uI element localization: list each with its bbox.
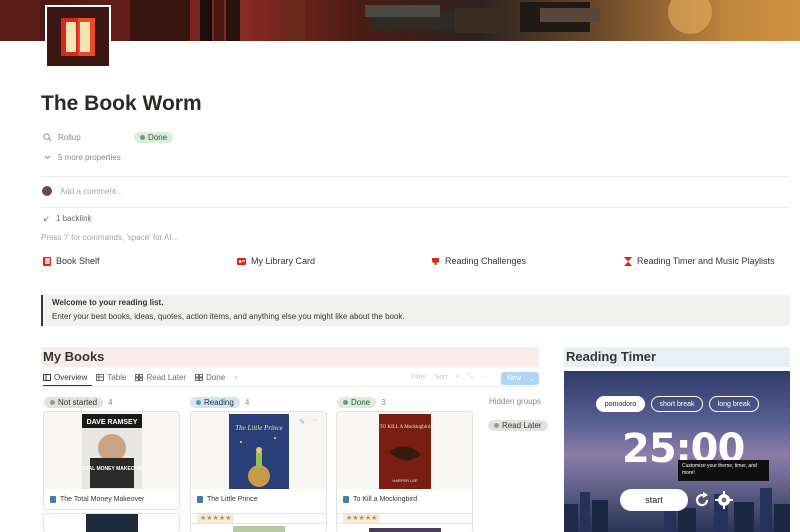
group-header-done[interactable]: Done 3 [337,397,386,408]
expand-icon[interactable]: ⤡ [467,373,473,381]
open-book-icon [61,17,95,56]
search-icon [43,133,52,142]
database-toolbar: Filter Sort ⌕ ⤡ ··· [411,373,488,381]
book-icon [50,496,56,503]
mode-long-break-button[interactable]: long break [709,396,759,412]
more-properties-label: 5 more properties [58,153,121,162]
group-header-not-started[interactable]: Not started 4 [44,397,113,408]
divider [41,176,790,177]
command-input[interactable]: Press '/' for commands, 'space' for AI..… [41,233,178,242]
nav-link-library-card[interactable]: My Library Card [237,256,315,266]
rollup-label: Rollup [58,133,81,142]
cover-title-text: The Little Prince [235,424,282,432]
cover-author-text: DAVE RAMSEY [87,419,138,426]
hourglass-icon [624,256,632,266]
book-cover: The Little Prince [191,412,326,489]
group-count: 4 [244,398,250,407]
book-title: To Kill a Mockingbird [343,496,417,503]
book-card[interactable] [336,513,473,532]
group-count: 4 [108,398,113,407]
page-title[interactable]: The Book Worm [41,92,202,116]
book-cover [369,528,441,532]
search-icon[interactable]: ⌕ [455,373,459,381]
chevron-down-icon [44,155,51,160]
chevron-down-icon[interactable]: ⌄ [529,375,535,383]
nav-link-book-shelf[interactable]: Book Shelf [43,256,100,266]
book-cover [233,526,285,532]
tab-done[interactable]: Done [195,373,225,382]
nav-link-reading-challenges[interactable]: Reading Challenges [431,256,526,266]
card-more-icon[interactable]: ··· [311,417,318,424]
hidden-group-read-later[interactable]: Read Later [488,415,548,433]
backlink-arrow-icon: ↙ [43,214,50,223]
group-count: 3 [381,398,386,407]
cover-title-text: TO KILL A Mockingbird [380,425,431,430]
rollup-status-badge: Done [134,132,174,143]
book-title: The Little Prince [197,496,258,503]
add-view-icon[interactable]: + [234,373,239,382]
book-cover [86,514,138,532]
book-title: The Total Money Makeover [50,496,144,503]
backlink-link[interactable]: ↙ 1 backlink [43,214,92,223]
tab-table[interactable]: Table [96,373,126,382]
filter-button[interactable]: Filter [411,374,427,381]
start-button[interactable]: start [620,489,688,511]
reading-timer-heading: Reading Timer [564,347,790,367]
gallery-icon [135,374,144,381]
reset-icon[interactable] [692,490,712,510]
board-icon [43,374,51,381]
comment-row[interactable]: Add a comment... [42,186,123,196]
book-cover: TO KILL A Mockingbird HARPER LEE [337,412,472,489]
welcome-callout: Welcome to your reading list. Enter your… [41,295,790,326]
rollup-property[interactable]: Rollup Done [43,132,174,143]
avatar [42,186,52,196]
edit-icon[interactable]: ✎ [299,418,305,426]
trophy-icon [432,257,439,265]
mode-short-break-button[interactable]: short break [651,396,703,412]
nav-link-reading-timer[interactable]: Reading Timer and Music Playlists [624,256,775,266]
more-properties-toggle[interactable]: 5 more properties [43,153,121,162]
comment-input[interactable]: Add a comment... [60,187,123,196]
mode-pomodoro-button[interactable]: pomodoro [596,396,645,412]
book-card[interactable] [43,513,180,532]
id-card-icon [237,257,246,265]
divider [41,207,790,208]
cover-title-text: TOTAL MONEY MAKEOVER [79,466,145,472]
hidden-groups-label: Hidden groups [489,397,542,406]
gear-icon[interactable] [714,490,734,510]
book-icon [197,496,203,503]
book-cover: DAVE RAMSEY TOTAL MONEY MAKEOVER [44,412,179,489]
book-icon [343,496,349,503]
callout-heading: Welcome to your reading list. [52,298,164,307]
customize-tooltip: Customize your theme, timer, and more! [678,460,769,481]
cover-banner [0,0,800,41]
view-tabs: Overview Table Read Later Done + [43,373,239,382]
cover-author-text: HARPER LEE [392,478,418,483]
sort-button[interactable]: Sort [435,374,448,381]
table-icon [96,374,105,381]
divider [41,386,539,387]
reading-timer-widget: pomodoro short break long break 25:00 Cu… [564,371,790,532]
callout-body: Enter your best books, ideas, quotes, ac… [52,312,405,321]
book-icon [43,256,51,266]
page-icon[interactable] [45,5,111,68]
book-card[interactable]: DAVE RAMSEY TOTAL MONEY MAKEOVER The Tot… [43,411,180,510]
book-card[interactable]: The Little Prince ✎ ··· The Little Princ… [190,411,327,524]
more-icon[interactable]: ··· [481,374,488,381]
group-header-reading[interactable]: Reading 4 [190,397,249,408]
tab-read-later[interactable]: Read Later [135,373,186,382]
book-card[interactable]: TO KILL A Mockingbird HARPER LEE To Kill… [336,411,473,524]
gallery-icon [195,374,204,381]
my-books-heading: My Books [41,347,539,367]
book-card[interactable] [190,513,327,532]
new-button[interactable]: New ⌄ [501,372,539,385]
tab-overview[interactable]: Overview [43,373,87,382]
